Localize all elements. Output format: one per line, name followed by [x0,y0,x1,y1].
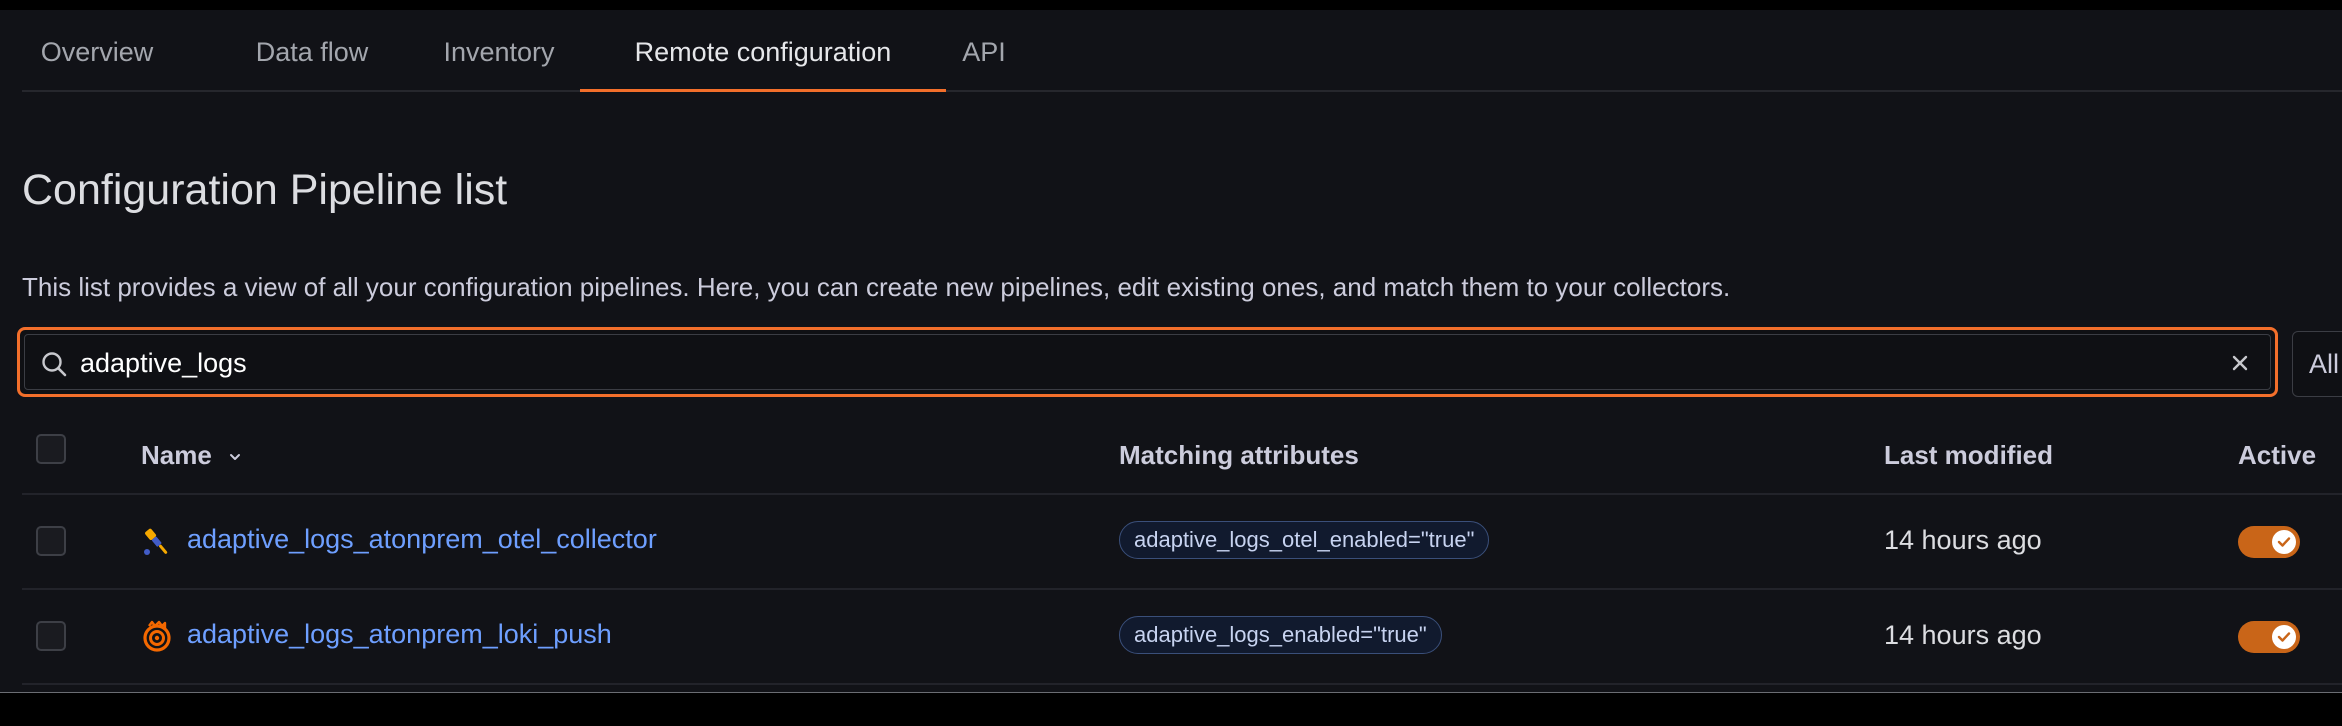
close-icon[interactable] [2229,352,2251,374]
tab-data-flow[interactable]: Data flow [238,10,386,90]
matching-attribute-badge: adaptive_logs_enabled="true" [1119,616,1442,654]
active-toggle[interactable] [2238,526,2300,558]
pipeline-name-link[interactable]: adaptive_logs_atonprem_loki_push [187,619,612,650]
tab-remote-configuration[interactable]: Remote configuration [580,10,946,92]
select-all-checkbox[interactable] [36,434,66,464]
column-header-matching-attributes: Matching attributes [1119,440,1359,470]
tab-inventory[interactable]: Inventory [424,10,574,90]
column-header-name[interactable]: Name [141,440,243,471]
search-box [17,327,2278,397]
top-strip [0,0,2342,10]
matching-attribute-badge: adaptive_logs_otel_enabled="true" [1119,521,1490,559]
tab-bar: Overview Data flow Inventory Remote conf… [22,10,2342,92]
pipeline-name-link[interactable]: adaptive_logs_atonprem_otel_collector [187,524,657,555]
status-filter-select[interactable]: All [2292,331,2342,397]
last-modified-text: 14 hours ago [1884,525,2042,555]
pipeline-table: Name Matching attributes Last modified A… [22,418,2342,685]
table-row: adaptive_logs_atonprem_otel_collector ad… [22,495,2342,590]
row-checkbox[interactable] [36,621,66,651]
column-header-name-label: Name [141,440,212,470]
table-header-row: Name Matching attributes Last modified A… [22,418,2342,495]
row-checkbox[interactable] [36,526,66,556]
chevron-down-icon [230,454,241,461]
toggle-knob [2272,625,2296,649]
page-description: This list provides a view of all your co… [22,272,1731,302]
tab-api[interactable]: API [952,10,1016,90]
search-icon [42,352,67,377]
page: Overview Data flow Inventory Remote conf… [0,0,2342,726]
loki-icon [143,620,171,652]
page-title: Configuration Pipeline list [22,166,508,214]
checkmark-icon [2277,537,2291,547]
search-input[interactable] [78,340,2182,386]
column-header-active: Active [2238,440,2317,470]
checkmark-icon [2277,632,2291,642]
bottom-strip [0,693,2342,726]
otel-collector-icon [144,528,168,555]
column-header-last-modified: Last modified [1884,440,2054,470]
last-modified-text: 14 hours ago [1884,620,2042,650]
table-row: adaptive_logs_atonprem_loki_push adaptiv… [22,590,2342,685]
toggle-knob [2272,530,2296,554]
active-toggle[interactable] [2238,621,2300,653]
tab-overview[interactable]: Overview [36,10,158,90]
